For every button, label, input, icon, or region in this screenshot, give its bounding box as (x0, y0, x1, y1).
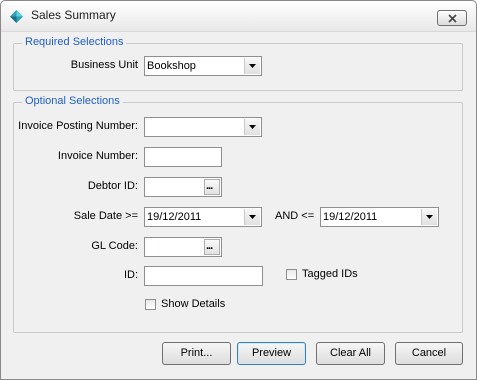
invoice-posting-number-dropdown-button[interactable] (244, 119, 260, 135)
required-selections-legend: Required Selections (22, 36, 127, 48)
debtor-id-field[interactable]: ... (144, 177, 222, 197)
cancel-button[interactable]: Cancel (395, 342, 463, 365)
clear-all-button[interactable]: Clear All (316, 342, 385, 365)
tagged-ids-checkbox[interactable] (286, 269, 297, 280)
sales-summary-dialog: Sales Summary Required Selections Busine… (0, 0, 477, 380)
sale-date-from-dropdown-button[interactable] (244, 209, 260, 225)
gl-code-field[interactable]: ... (144, 237, 222, 257)
sale-date-from-value: 19/12/2011 (147, 211, 202, 223)
title-bar: Sales Summary (1, 1, 476, 32)
sale-date-from-picker[interactable]: 19/12/2011 (144, 207, 262, 227)
business-unit-value: Bookshop (147, 60, 196, 72)
debtor-id-label: Debtor ID: (87, 180, 138, 192)
window-title: Sales Summary (31, 8, 116, 22)
gl-code-label: GL Code: (91, 240, 138, 252)
invoice-number-label: Invoice Number: (57, 150, 138, 162)
invoice-posting-number-label: Invoice Posting Number: (18, 120, 138, 132)
chevron-down-icon (249, 125, 256, 129)
business-unit-label: Business Unit (70, 59, 138, 71)
print-button[interactable]: Print... (162, 342, 231, 365)
invoice-posting-number-select[interactable] (144, 117, 262, 137)
app-diamond-icon (10, 10, 23, 23)
chevron-down-icon (249, 215, 256, 219)
show-details-checkbox[interactable] (145, 299, 156, 310)
id-label: ID: (123, 269, 138, 281)
debtor-id-lookup-label: ... (206, 180, 213, 192)
sale-date-to-dropdown-button[interactable] (421, 209, 437, 225)
close-button[interactable] (437, 10, 467, 26)
sale-date-to-value: 19/12/2011 (323, 211, 378, 223)
chevron-down-icon (249, 64, 256, 68)
gl-code-lookup-button[interactable]: ... (204, 239, 220, 255)
sale-date-label: Sale Date >= (73, 210, 138, 222)
optional-selections-legend: Optional Selections (22, 95, 123, 107)
show-details-label[interactable]: Show Details (161, 298, 225, 310)
tagged-ids-label[interactable]: Tagged IDs (302, 268, 358, 280)
sale-date-and-label: AND <= (275, 210, 315, 222)
business-unit-dropdown-button[interactable] (244, 58, 260, 74)
invoice-number-field[interactable] (144, 147, 222, 167)
chevron-down-icon (426, 215, 433, 219)
sale-date-to-picker[interactable]: 19/12/2011 (320, 207, 439, 227)
preview-button[interactable]: Preview (237, 342, 306, 365)
debtor-id-lookup-button[interactable]: ... (204, 179, 220, 195)
id-field[interactable] (144, 266, 263, 286)
business-unit-select[interactable]: Bookshop (144, 56, 262, 76)
gl-code-lookup-label: ... (206, 240, 213, 252)
close-icon (448, 14, 457, 23)
